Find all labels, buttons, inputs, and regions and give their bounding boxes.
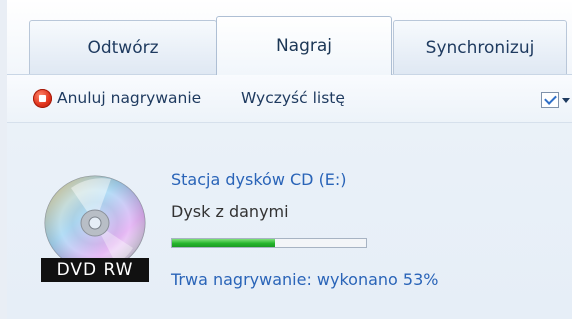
burn-window: Odtwórz Nagraj Synchronizuj Anuluj nagry… bbox=[0, 0, 572, 319]
burn-progress-fill bbox=[172, 239, 275, 247]
clear-list-button[interactable]: Wyczyść listę bbox=[241, 83, 345, 113]
disc-type-text: Dysk z danymi bbox=[171, 202, 289, 221]
drive-name-link[interactable]: Stacja dysków CD (E:) bbox=[171, 170, 347, 189]
burn-status-text: Trwa nagrywanie: wykonano 53% bbox=[171, 270, 439, 289]
cancel-burn-button[interactable]: Anuluj nagrywanie bbox=[33, 83, 201, 113]
stop-icon bbox=[33, 88, 52, 108]
cancel-burn-label: Anuluj nagrywanie bbox=[57, 89, 202, 107]
tab-play[interactable]: Odtwórz bbox=[29, 20, 217, 74]
list-options-button[interactable] bbox=[541, 89, 572, 111]
toolbar: Anuluj nagrywanie Wyczyść listę bbox=[7, 75, 572, 123]
tab-sync[interactable]: Synchronizuj bbox=[393, 20, 567, 74]
tab-burn[interactable]: Nagraj bbox=[216, 16, 392, 75]
chevron-down-icon bbox=[562, 97, 570, 103]
list-options-icon bbox=[541, 92, 559, 108]
burn-progress-bar bbox=[171, 238, 367, 248]
clear-list-label: Wyczyść listę bbox=[241, 89, 345, 107]
disc-format-label: DVD RW bbox=[41, 258, 149, 282]
tab-bar: Odtwórz Nagraj Synchronizuj bbox=[7, 0, 572, 75]
